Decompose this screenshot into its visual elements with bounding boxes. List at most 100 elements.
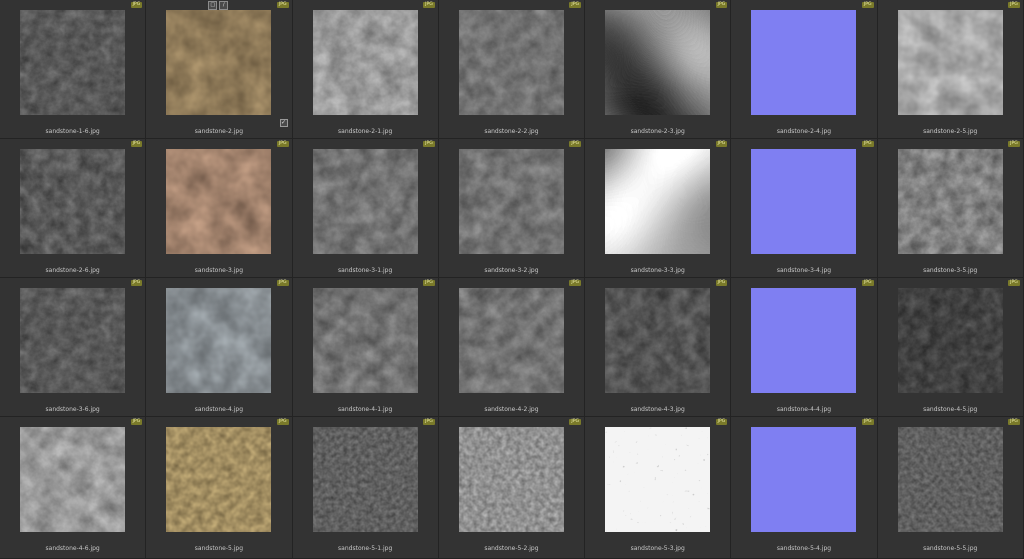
- texture-thumbnail[interactable]: [312, 149, 418, 254]
- texture-thumbnail[interactable]: [897, 288, 1003, 393]
- texture-thumbnail[interactable]: [166, 149, 272, 254]
- texture-thumbnail[interactable]: [312, 288, 418, 393]
- thumbnail-cell[interactable]: JPG sandstone-2-4.jpg: [731, 0, 878, 139]
- thumbnail-cell[interactable]: JPG sandstone-3-6.jpg: [0, 278, 147, 417]
- crop-icon[interactable]: □: [208, 1, 218, 10]
- thumbnail-cell[interactable]: JPG sandstone-3-4.jpg: [731, 139, 878, 278]
- file-type-badge: JPG: [1008, 2, 1020, 8]
- brush-icon[interactable]: ∕: [219, 1, 229, 10]
- thumbnail-cell[interactable]: JPG sandstone-1-6.jpg: [0, 0, 147, 139]
- file-name-label: sandstone-5-4.jpg: [776, 545, 832, 552]
- texture-thumbnail[interactable]: [166, 288, 272, 393]
- texture-thumbnail[interactable]: [897, 427, 1003, 532]
- texture-thumbnail[interactable]: [312, 427, 418, 532]
- thumbnail-grid: JPG sandstone-1-6.jpg JPG sandstone-2.jpg □ ∕…: [0, 0, 1024, 559]
- thumbnail-cell[interactable]: JPG sandstone-3-2.jpg: [438, 139, 586, 278]
- file-name-label: sandstone-4-1.jpg: [338, 406, 393, 413]
- texture-thumbnail[interactable]: [20, 288, 125, 393]
- texture-thumbnail[interactable]: [605, 427, 711, 532]
- thumbnail-cell[interactable]: JPG sandstone-5.jpg: [146, 417, 293, 559]
- file-name-label: sandstone-5-5.jpg: [923, 545, 978, 552]
- file-type-badge: JPG: [569, 2, 582, 8]
- file-type-badge: JPG: [423, 280, 435, 286]
- thumbnail-cell[interactable]: JPG sandstone-3-1.jpg: [292, 139, 439, 278]
- thumbnail-cell[interactable]: JPG sandstone-5-1.jpg: [292, 417, 439, 559]
- thumbnail-cell[interactable]: JPG sandstone-2-2.jpg: [438, 0, 586, 139]
- texture-thumbnail[interactable]: [20, 427, 125, 532]
- texture-thumbnail[interactable]: [166, 427, 272, 532]
- thumbnail-cell[interactable]: JPG sandstone-5-5.jpg: [877, 417, 1024, 559]
- file-type-badge: JPG: [423, 141, 435, 147]
- file-name-label: sandstone-3-4.jpg: [776, 267, 832, 274]
- thumbnail-cell[interactable]: JPG sandstone-3.jpg: [146, 139, 293, 278]
- thumbnail-cell[interactable]: JPG sandstone-2-1.jpg: [292, 0, 439, 139]
- file-name-label: sandstone-4-5.jpg: [923, 406, 978, 413]
- thumbnail-cell[interactable]: JPG sandstone-4-6.jpg: [0, 417, 147, 559]
- file-type-badge: JPG: [276, 280, 289, 286]
- thumbnail-cell[interactable]: JPG sandstone-3-3.jpg: [585, 139, 732, 278]
- file-name-label: sandstone-4-4.jpg: [776, 406, 832, 413]
- thumbnail-cell[interactable]: JPG sandstone-5-2.jpg: [438, 417, 586, 559]
- file-type-badge: JPG: [276, 419, 289, 425]
- file-type-badge: JPG: [569, 419, 582, 425]
- texture-thumbnail[interactable]: [20, 149, 125, 254]
- file-type-badge: JPG: [861, 141, 874, 147]
- texture-thumbnail[interactable]: [751, 10, 857, 115]
- texture-thumbnail[interactable]: [458, 10, 564, 115]
- file-name-label: sandstone-1-6.jpg: [45, 128, 100, 135]
- thumbnail-cell[interactable]: JPG sandstone-5-3.jpg: [585, 417, 732, 559]
- texture-thumbnail[interactable]: [751, 288, 857, 393]
- file-type-badge: JPG: [569, 141, 582, 147]
- thumbnail-cell[interactable]: JPG sandstone-3-5.jpg: [877, 139, 1024, 278]
- texture-thumbnail[interactable]: [458, 427, 564, 532]
- file-name-label: sandstone-2-5.jpg: [923, 128, 978, 135]
- file-name-label: sandstone-5-2.jpg: [484, 545, 539, 552]
- texture-thumbnail[interactable]: [312, 10, 418, 115]
- texture-thumbnail[interactable]: [458, 149, 564, 254]
- file-name-label: sandstone-3-3.jpg: [630, 267, 685, 274]
- file-type-badge: JPG: [569, 280, 582, 286]
- thumbnail-cell[interactable]: JPG sandstone-5-4.jpg: [731, 417, 878, 559]
- thumbnail-cell[interactable]: JPG sandstone-2-3.jpg: [585, 0, 732, 139]
- texture-thumbnail[interactable]: [458, 288, 564, 393]
- file-type-badge: JPG: [130, 141, 143, 147]
- file-type-badge: JPG: [715, 2, 728, 8]
- texture-thumbnail[interactable]: [605, 10, 711, 115]
- texture-thumbnail[interactable]: [897, 10, 1003, 115]
- file-name-label: sandstone-5-1.jpg: [338, 545, 393, 552]
- file-name-label: sandstone-4-6.jpg: [45, 545, 100, 552]
- thumbnail-cell[interactable]: JPG sandstone-2-6.jpg: [0, 139, 147, 278]
- file-name-label: sandstone-2-2.jpg: [484, 128, 539, 135]
- file-type-badge: JPG: [715, 141, 728, 147]
- thumbnail-cell[interactable]: JPG sandstone-4-4.jpg: [731, 278, 878, 417]
- texture-thumbnail[interactable]: [166, 10, 272, 115]
- thumbnail-cell[interactable]: JPG sandstone-2-5.jpg: [877, 0, 1024, 139]
- file-name-label: sandstone-2-4.jpg: [776, 128, 832, 135]
- file-type-badge: JPG: [715, 280, 728, 286]
- file-name-label: sandstone-2-3.jpg: [630, 128, 685, 135]
- file-type-badge: JPG: [423, 2, 435, 8]
- texture-thumbnail[interactable]: [751, 149, 857, 254]
- file-name-label: sandstone-4-3.jpg: [630, 406, 685, 413]
- thumbnail-cell[interactable]: JPG sandstone-4-3.jpg: [585, 278, 732, 417]
- thumbnail-cell[interactable]: JPG sandstone-2.jpg □ ∕ ✓: [146, 0, 293, 139]
- check-icon[interactable]: ✓: [279, 119, 288, 127]
- texture-thumbnail[interactable]: [605, 288, 711, 393]
- file-name-label: sandstone-5-3.jpg: [630, 545, 685, 552]
- texture-thumbnail[interactable]: [605, 149, 711, 254]
- thumbnail-cell[interactable]: JPG sandstone-4.jpg: [146, 278, 293, 417]
- thumbnail-cell[interactable]: JPG sandstone-4-5.jpg: [877, 278, 1024, 417]
- file-name-label: sandstone-3-6.jpg: [45, 406, 100, 413]
- texture-thumbnail[interactable]: [20, 10, 125, 115]
- file-name-label: sandstone-5.jpg: [194, 545, 244, 552]
- file-type-badge: JPG: [423, 419, 435, 425]
- file-name-label: sandstone-4.jpg: [194, 406, 244, 413]
- thumbnail-cell[interactable]: JPG sandstone-4-1.jpg: [292, 278, 439, 417]
- texture-thumbnail[interactable]: [751, 427, 857, 532]
- thumbnail-cell[interactable]: JPG sandstone-4-2.jpg: [438, 278, 586, 417]
- file-type-badge: JPG: [130, 2, 143, 8]
- file-type-badge: JPG: [1008, 141, 1020, 147]
- texture-thumbnail[interactable]: [897, 149, 1003, 254]
- file-type-badge: JPG: [1008, 280, 1020, 286]
- file-type-badge: JPG: [130, 419, 143, 425]
